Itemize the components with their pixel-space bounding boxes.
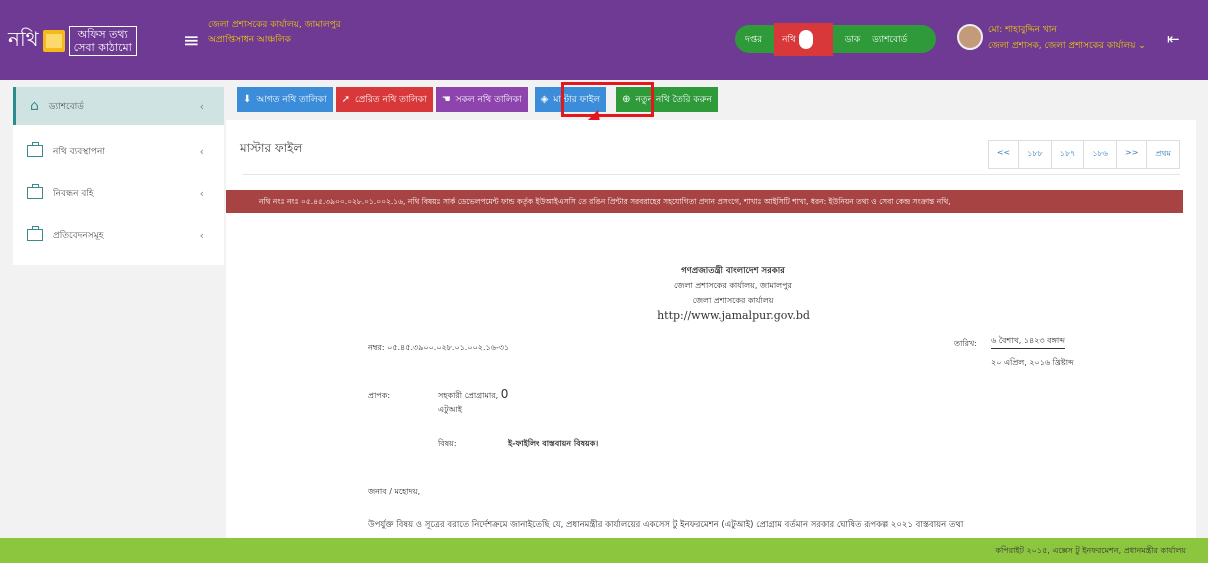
office-info: জেলা প্রশাসকের কার্যালয়, জামালপুর অপ্রা… bbox=[208, 18, 341, 48]
app-logo[interactable]: নথি অফিস তথ্য সেবা কাঠামো bbox=[8, 22, 168, 60]
pager-next[interactable]: >> bbox=[1115, 141, 1146, 168]
incoming-list-button[interactable]: ⬇ আগত নথি তালিকা bbox=[237, 87, 333, 112]
sidebar-item-label: নথি ব্যবস্থাপনা bbox=[53, 146, 105, 157]
send-icon: ➚ bbox=[341, 94, 350, 105]
letter-gov: গণপ্রজাতন্ত্রী বাংলাদেশ সরকার bbox=[681, 266, 785, 276]
module-nav: দপ্তর নথি ৭ ডাক ড্যাশবোর্ড bbox=[735, 22, 936, 56]
chevron-left-icon: ‹ bbox=[199, 186, 204, 200]
logo-box: অফিস তথ্য সেবা কাঠামো bbox=[68, 26, 137, 56]
letter-date-bn: ৬ বৈশাখ, ১৪২৩ বঙ্গাব্দ bbox=[991, 335, 1065, 349]
sent-label: প্রেরিত নথি তালিকা bbox=[354, 95, 427, 105]
sidebar-item-dashboard[interactable]: ⌂ ড্যাশবোর্ড ‹ bbox=[13, 87, 224, 125]
divider bbox=[242, 174, 1180, 175]
chevron-left-icon: ‹ bbox=[199, 228, 204, 242]
letter-date-en: ২০ এপ্রিল, ২০১৬ খ্রিষ্টাব্দ bbox=[991, 358, 1074, 367]
layers-icon: ◈ bbox=[540, 94, 549, 105]
letter-body: উপর্যুক্ত বিষয় ও সূত্রের বরাতে নির্দেশক… bbox=[368, 520, 964, 530]
app-header: নথি অফিস তথ্য সেবা কাঠামো ≡ জেলা প্রশাসক… bbox=[0, 0, 1208, 80]
user-menu[interactable]: মো: শাহাবুদ্দিন খান জেলা প্রশাসক, জেলা প… bbox=[988, 22, 1146, 54]
hand-icon: ☚ bbox=[441, 94, 451, 105]
pager-first[interactable]: << bbox=[989, 141, 1018, 168]
letter-date-label: তারিখ: bbox=[954, 339, 977, 348]
letter-recv1-text: সহকারী প্রোগ্রামার, bbox=[438, 391, 499, 400]
nav-dashboard[interactable]: ড্যাশবোর্ড bbox=[872, 32, 907, 47]
sidebar-item-reports[interactable]: প্রতিবেদনসমূহ ‹ bbox=[13, 216, 224, 254]
nav-dak[interactable]: ডাক bbox=[845, 32, 861, 47]
hamburger-menu-icon[interactable]: ≡ bbox=[183, 28, 200, 52]
footer: কপিরাইট ২০১৫, এক্সেস টু ইনফরমেশন, প্রধান… bbox=[0, 538, 1208, 563]
download-icon: ⬇ bbox=[243, 94, 252, 105]
sidebar-item-register[interactable]: নিবন্ধন বহি ‹ bbox=[13, 174, 224, 212]
briefcase-icon bbox=[27, 184, 43, 199]
letter-recv2: এটুআই bbox=[438, 405, 462, 414]
sidebar-item-label: ড্যাশবোর্ড bbox=[48, 101, 84, 112]
incoming-label: আগত নথি তালিকা bbox=[256, 95, 327, 105]
main-panel: মাস্টার ফাইল << ১৮৮ ১৮৭ ১৮৬ >> প্রথম নথি… bbox=[226, 120, 1196, 538]
chevron-left-icon: ‹ bbox=[199, 144, 204, 158]
page-title: মাস্টার ফাইল bbox=[240, 141, 303, 155]
pagination: << ১৮৮ ১৮৭ ১৮৬ >> প্রথম bbox=[987, 140, 1180, 169]
letter-subj-label: বিষয়: bbox=[438, 439, 457, 448]
logo-line1: অফিস তথ্য bbox=[77, 28, 128, 41]
letter-recv1: সহকারী প্রোগ্রামার, 0 bbox=[438, 387, 508, 403]
letter-recv-label: প্রাপক: bbox=[368, 391, 391, 400]
nav-nothi-label: নথি bbox=[782, 34, 796, 45]
letter-memo: নম্বর: ০৫.৪৫.৩৯০০.০২৮.০১.০০২.১৬-৩১ bbox=[368, 343, 510, 352]
letter-salutation: জনাব / মহোদয়, bbox=[368, 487, 421, 496]
letter-office1: জেলা প্রশাসকের কার্যালয়, জামালপুর bbox=[674, 281, 792, 290]
logo-line2: সেবা কাঠামো bbox=[73, 41, 132, 54]
user-name: মো: শাহাবুদ্দিন খান bbox=[988, 25, 1057, 35]
office-sub: অপ্রাপ্তিসাধন আঞ্চলিক bbox=[208, 35, 291, 45]
nothi-count-badge: ৭ bbox=[798, 29, 813, 49]
nav-dakhil[interactable]: দপ্তর bbox=[745, 32, 762, 47]
pager-page[interactable]: ১৮৬ bbox=[1083, 141, 1116, 168]
logo-nothi-text: নথি bbox=[8, 26, 39, 51]
all-label: সকল নথি তালিকা bbox=[455, 95, 522, 105]
home-icon: ⌂ bbox=[30, 98, 39, 114]
folder-icon bbox=[42, 30, 65, 52]
logout-icon[interactable]: ⇤ bbox=[1167, 30, 1180, 48]
copyright-text: কপিরাইট ২০১৫, এক্সেস টু ইনফরমেশন, প্রধান… bbox=[995, 546, 1186, 555]
sidebar-item-nothi-management[interactable]: নথি ব্যবস্থাপনা ‹ bbox=[13, 132, 224, 170]
briefcase-icon bbox=[27, 226, 43, 241]
letter-url: http://www.jamalpur.gov.bd bbox=[657, 309, 810, 322]
nothi-info-banner: নথি নংঃ নংঃ ০৫.৪৫.৩৯০০.০২৮.০১.০০২.১৬, নথ… bbox=[226, 190, 1183, 213]
sidebar-item-label: প্রতিবেদনসমূহ bbox=[53, 230, 104, 241]
pager-page[interactable]: ১৮৭ bbox=[1050, 141, 1084, 168]
letter-office2: জেলা প্রশাসকের কার্যালয় bbox=[692, 296, 774, 305]
all-list-button[interactable]: ☚ সকল নথি তালিকা bbox=[435, 87, 528, 112]
letter-recv1-num: 0 bbox=[500, 387, 509, 401]
letter-subject: ই-ফাইলিং বাস্তবায়ন বিষয়ক। bbox=[508, 439, 599, 448]
sidebar: ⌂ ড্যাশবোর্ড ‹ নথি ব্যবস্থাপনা ‹ নিবন্ধন… bbox=[13, 87, 224, 265]
sidebar-item-label: নিবন্ধন বহি bbox=[53, 188, 94, 199]
avatar[interactable] bbox=[957, 24, 983, 50]
office-name: জেলা প্রশাসকের কার্যালয়, জামালপুর bbox=[208, 20, 341, 30]
pager-page[interactable]: ১৮৮ bbox=[1018, 141, 1051, 168]
briefcase-icon bbox=[27, 142, 43, 157]
user-role: জেলা প্রশাসক, জেলা প্রশাসকের কার্যালয় bbox=[988, 41, 1136, 51]
chevron-down-icon: ⌄ bbox=[1138, 41, 1146, 51]
pager-prothom[interactable]: প্রথম bbox=[1146, 141, 1179, 168]
chevron-left-icon: ‹ bbox=[199, 99, 204, 113]
sent-list-button[interactable]: ➚ প্রেরিত নথি তালিকা bbox=[335, 87, 433, 112]
nav-nothi[interactable]: নথি ৭ bbox=[774, 22, 833, 56]
user-role-line: জেলা প্রশাসক, জেলা প্রশাসকের কার্যালয় ⌄ bbox=[988, 38, 1146, 54]
